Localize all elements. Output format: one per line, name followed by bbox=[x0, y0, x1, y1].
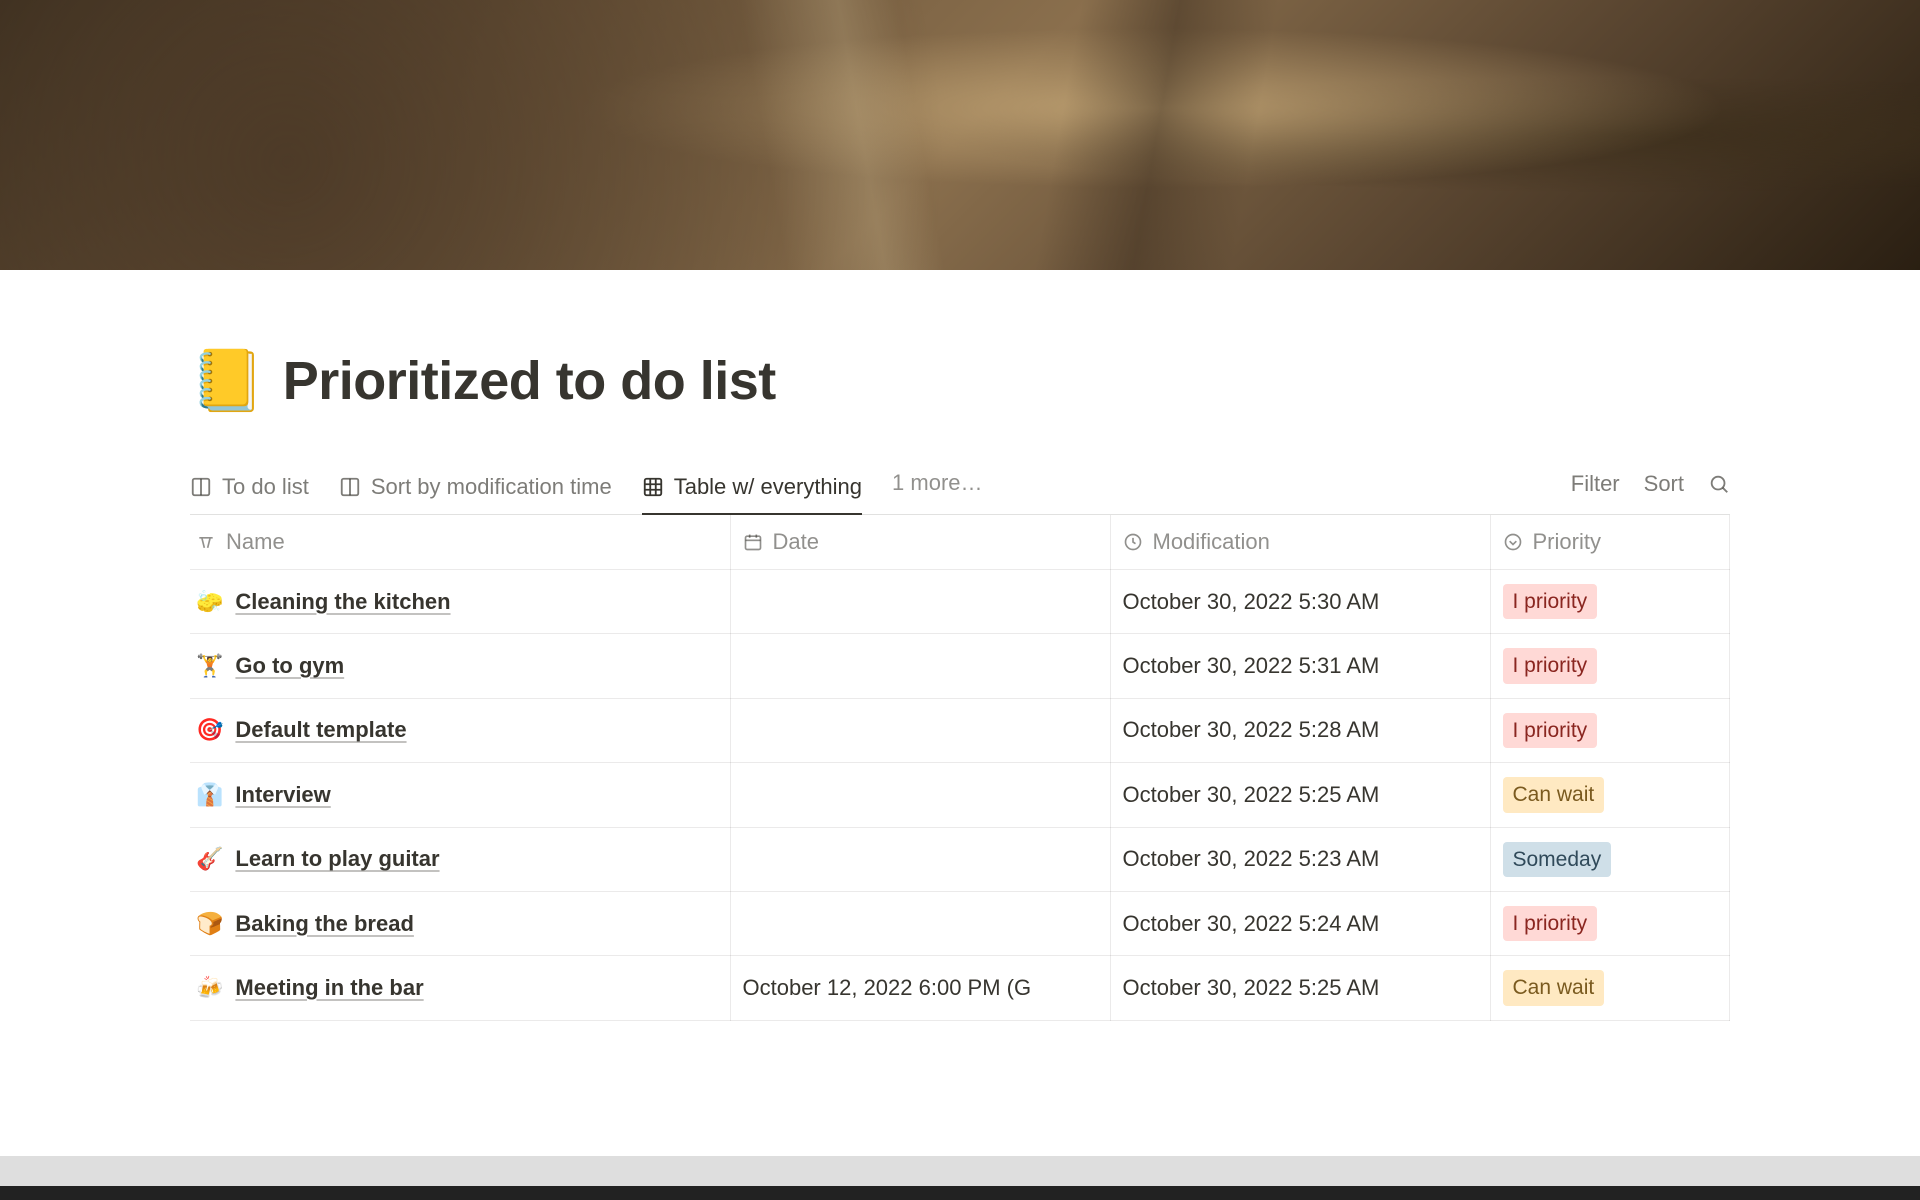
priority-tag: I priority bbox=[1503, 713, 1598, 748]
cell-modification[interactable]: October 30, 2022 5:25 AM bbox=[1110, 956, 1490, 1020]
calendar-icon bbox=[743, 532, 763, 552]
priority-tag: Can wait bbox=[1503, 970, 1605, 1005]
tasks-table: Name Date Modi bbox=[190, 515, 1730, 1021]
cell-date[interactable] bbox=[730, 698, 1110, 762]
cell-modification[interactable]: October 30, 2022 5:28 AM bbox=[1110, 698, 1490, 762]
page-title[interactable]: Prioritized to do list bbox=[283, 350, 776, 412]
task-name: Meeting in the bar bbox=[235, 975, 423, 1001]
text-icon bbox=[196, 532, 216, 552]
more-views-button[interactable]: 1 more… bbox=[892, 470, 982, 510]
filter-button[interactable]: Filter bbox=[1571, 471, 1620, 497]
table-row[interactable]: 👔 Interview October 30, 2022 5:25 AM Can wa… bbox=[190, 763, 1730, 827]
cell-date[interactable] bbox=[730, 763, 1110, 827]
task-name: Interview bbox=[235, 782, 330, 808]
select-icon bbox=[1503, 532, 1523, 552]
views-actions: Filter Sort bbox=[1571, 471, 1730, 509]
task-name: Cleaning the kitchen bbox=[235, 589, 450, 615]
clock-icon bbox=[1123, 532, 1143, 552]
cell-name[interactable]: 👔 Interview bbox=[190, 763, 730, 827]
task-emoji: 🏋️ bbox=[196, 653, 223, 679]
cell-name[interactable]: 🏋️ Go to gym bbox=[190, 634, 730, 698]
board-icon bbox=[339, 476, 361, 498]
column-label: Priority bbox=[1533, 529, 1601, 555]
task-emoji: 🧽 bbox=[196, 589, 223, 615]
view-tab-label: To do list bbox=[222, 474, 309, 500]
cover-image bbox=[0, 0, 1920, 270]
table-row[interactable]: 🍻 Meeting in the bar October 12, 2022 6:00… bbox=[190, 956, 1730, 1020]
priority-tag: I priority bbox=[1503, 648, 1598, 683]
priority-tag: Someday bbox=[1503, 842, 1612, 877]
cell-name[interactable]: 🎯 Default template bbox=[190, 698, 730, 762]
column-label: Modification bbox=[1153, 529, 1270, 555]
table-icon bbox=[642, 476, 664, 498]
view-tab-sort-by-modification[interactable]: Sort by modification time bbox=[339, 466, 612, 514]
view-tab-label: Table w/ everything bbox=[674, 474, 862, 500]
priority-tag: I priority bbox=[1503, 584, 1598, 619]
cell-priority[interactable]: I priority bbox=[1490, 570, 1730, 634]
cell-priority[interactable]: Can wait bbox=[1490, 763, 1730, 827]
view-tab-table-everything[interactable]: Table w/ everything bbox=[642, 466, 862, 514]
table-row[interactable]: 🏋️ Go to gym October 30, 2022 5:31 AM I pri… bbox=[190, 634, 1730, 698]
cell-priority[interactable]: Can wait bbox=[1490, 956, 1730, 1020]
board-icon bbox=[190, 476, 212, 498]
table-row[interactable]: 🧽 Cleaning the kitchen October 30, 2022 5:… bbox=[190, 570, 1730, 634]
task-name: Go to gym bbox=[235, 653, 344, 679]
page-icon[interactable]: 📒 bbox=[190, 351, 265, 411]
column-header-modification[interactable]: Modification bbox=[1110, 515, 1490, 570]
task-emoji: 👔 bbox=[196, 782, 223, 808]
task-emoji: 🎸 bbox=[196, 846, 223, 872]
page-header: 📒 Prioritized to do list bbox=[190, 350, 1730, 412]
cell-priority[interactable]: I priority bbox=[1490, 891, 1730, 955]
cell-priority[interactable]: Someday bbox=[1490, 827, 1730, 891]
cell-name[interactable]: 🍞 Baking the bread bbox=[190, 891, 730, 955]
cell-priority[interactable]: I priority bbox=[1490, 698, 1730, 762]
view-tab-todo-list[interactable]: To do list bbox=[190, 466, 309, 514]
cell-priority[interactable]: I priority bbox=[1490, 634, 1730, 698]
cell-name[interactable]: 🍻 Meeting in the bar bbox=[190, 956, 730, 1020]
cell-modification[interactable]: October 30, 2022 5:23 AM bbox=[1110, 827, 1490, 891]
table-header-row: Name Date Modi bbox=[190, 515, 1730, 570]
cell-name[interactable]: 🎸 Learn to play guitar bbox=[190, 827, 730, 891]
bottom-bar bbox=[0, 1156, 1920, 1200]
column-header-priority[interactable]: Priority bbox=[1490, 515, 1730, 570]
task-emoji: 🎯 bbox=[196, 717, 223, 743]
cell-name[interactable]: 🧽 Cleaning the kitchen bbox=[190, 570, 730, 634]
table-row[interactable]: 🍞 Baking the bread October 30, 2022 5:24 A… bbox=[190, 891, 1730, 955]
cell-date[interactable] bbox=[730, 570, 1110, 634]
column-label: Date bbox=[773, 529, 819, 555]
column-header-date[interactable]: Date bbox=[730, 515, 1110, 570]
table-row[interactable]: 🎯 Default template October 30, 2022 5:28 A… bbox=[190, 698, 1730, 762]
cell-date[interactable]: October 12, 2022 6:00 PM (G bbox=[730, 956, 1110, 1020]
task-name: Baking the bread bbox=[235, 911, 413, 937]
cell-date[interactable] bbox=[730, 827, 1110, 891]
cell-date[interactable] bbox=[730, 891, 1110, 955]
cell-modification[interactable]: October 30, 2022 5:24 AM bbox=[1110, 891, 1490, 955]
cell-modification[interactable]: October 30, 2022 5:31 AM bbox=[1110, 634, 1490, 698]
column-header-name[interactable]: Name bbox=[190, 515, 730, 570]
column-label: Name bbox=[226, 529, 285, 555]
views-bar: To do list Sort by modification time Tab… bbox=[190, 466, 1730, 515]
task-emoji: 🍞 bbox=[196, 911, 223, 937]
task-name: Learn to play guitar bbox=[235, 846, 439, 872]
priority-tag: I priority bbox=[1503, 906, 1598, 941]
task-name: Default template bbox=[235, 717, 406, 743]
view-tab-label: Sort by modification time bbox=[371, 474, 612, 500]
cell-date[interactable] bbox=[730, 634, 1110, 698]
sort-button[interactable]: Sort bbox=[1644, 471, 1684, 497]
cell-modification[interactable]: October 30, 2022 5:30 AM bbox=[1110, 570, 1490, 634]
search-icon[interactable] bbox=[1708, 473, 1730, 495]
table-row[interactable]: 🎸 Learn to play guitar October 30, 2022 5:… bbox=[190, 827, 1730, 891]
task-emoji: 🍻 bbox=[196, 975, 223, 1001]
priority-tag: Can wait bbox=[1503, 777, 1605, 812]
cell-modification[interactable]: October 30, 2022 5:25 AM bbox=[1110, 763, 1490, 827]
